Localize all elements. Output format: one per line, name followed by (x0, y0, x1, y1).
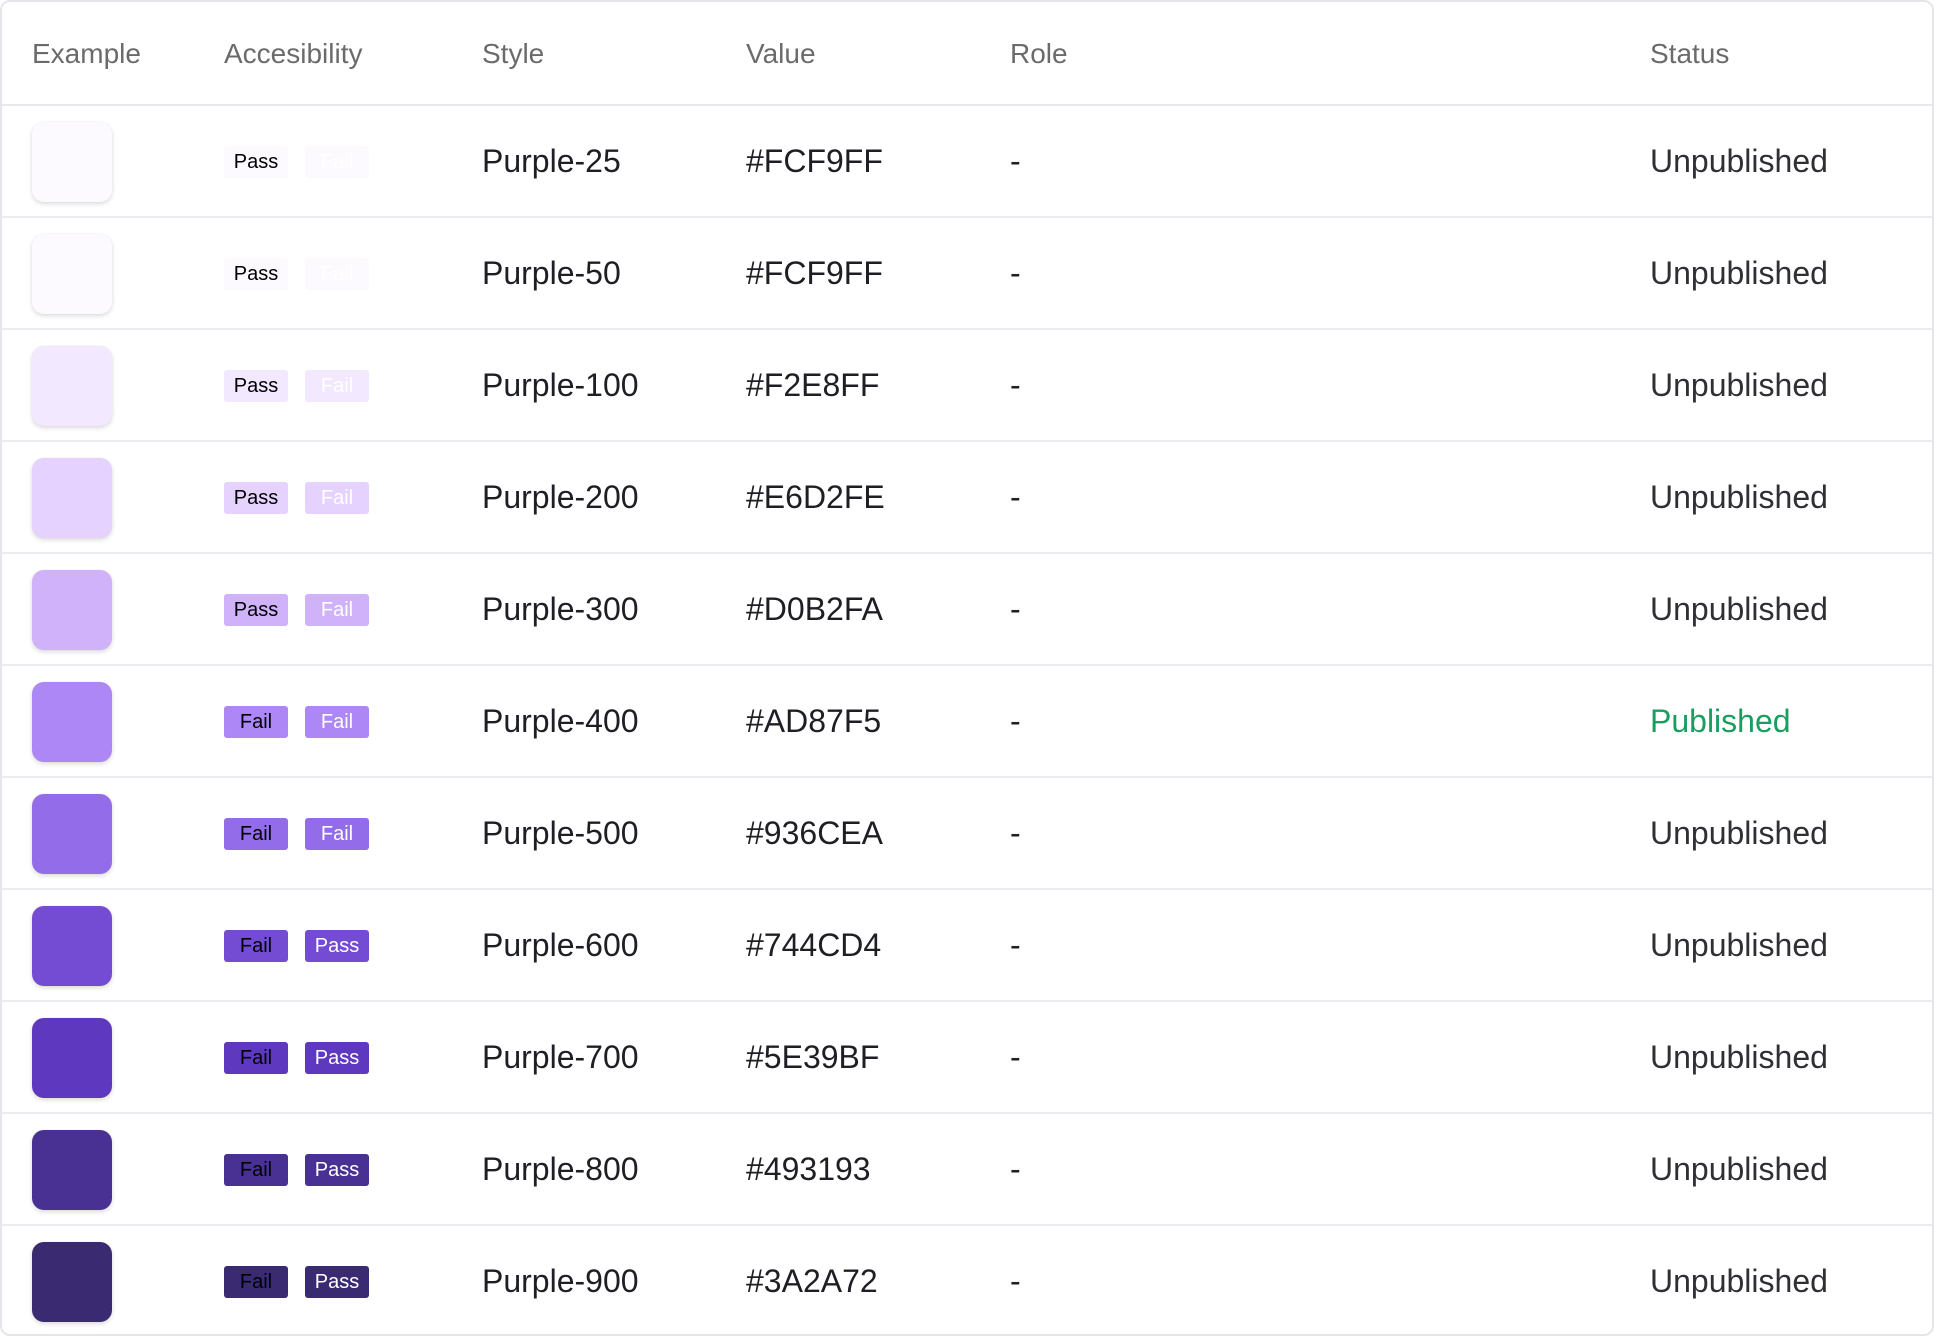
style-name: Purple-200 (482, 479, 639, 515)
role-value: - (1010, 1039, 1021, 1075)
style-name: Purple-700 (482, 1039, 639, 1075)
contrast-badge-light: Pass (305, 1042, 369, 1074)
color-swatch (32, 682, 112, 762)
contrast-badge-dark: Fail (224, 1042, 288, 1074)
color-swatch (32, 122, 112, 202)
color-swatch (32, 906, 112, 986)
hex-value: #AD87F5 (746, 703, 882, 739)
contrast-badge-light: Pass (305, 1266, 369, 1298)
status-text: Unpublished (1650, 591, 1828, 627)
contrast-badge-dark: Fail (224, 1154, 288, 1186)
hex-value: #FCF9FF (746, 143, 883, 179)
contrast-badge-light: Fail (305, 370, 369, 402)
table-row[interactable]: Fail Fail Purple-400 #AD87F5 - Published (2, 666, 1932, 778)
style-name: Purple-800 (482, 1151, 639, 1187)
contrast-badge-light: Fail (305, 594, 369, 626)
style-name: Purple-300 (482, 591, 639, 627)
hex-value: #D0B2FA (746, 591, 883, 627)
column-header-example[interactable]: Example (32, 2, 141, 106)
hex-value: #E6D2FE (746, 479, 885, 515)
contrast-badge-dark: Fail (224, 818, 288, 850)
status-text: Unpublished (1650, 255, 1828, 291)
style-name: Purple-25 (482, 143, 621, 179)
color-swatch (32, 346, 112, 426)
contrast-badge-light: Pass (305, 1154, 369, 1186)
contrast-badge-dark: Fail (224, 1266, 288, 1298)
role-value: - (1010, 927, 1021, 963)
role-value: - (1010, 1263, 1021, 1299)
hex-value: #3A2A72 (746, 1263, 878, 1299)
contrast-badge-dark: Pass (224, 482, 288, 514)
column-header-style[interactable]: Style (482, 2, 544, 106)
column-header-value[interactable]: Value (746, 2, 816, 106)
color-swatch (32, 1242, 112, 1322)
table-row[interactable]: Pass Fail Purple-50 #FCF9FF - Unpublishe… (2, 218, 1932, 330)
style-name: Purple-500 (482, 815, 639, 851)
status-text: Unpublished (1650, 479, 1828, 515)
status-text: Unpublished (1650, 927, 1828, 963)
status-text: Unpublished (1650, 1151, 1828, 1187)
column-header-role[interactable]: Role (1010, 2, 1068, 106)
role-value: - (1010, 367, 1021, 403)
role-value: - (1010, 591, 1021, 627)
color-swatch (32, 1018, 112, 1098)
status-text: Unpublished (1650, 143, 1828, 179)
table-row[interactable]: Fail Pass Purple-600 #744CD4 - Unpublish… (2, 890, 1932, 1002)
contrast-badge-dark: Fail (224, 930, 288, 962)
style-name: Purple-400 (482, 703, 639, 739)
status-text: Published (1650, 703, 1791, 739)
color-styles-table: Example Accesibility Style Value Role St… (0, 0, 1934, 1336)
role-value: - (1010, 1151, 1021, 1187)
table-row[interactable]: Fail Pass Purple-800 #493193 - Unpublish… (2, 1114, 1932, 1226)
contrast-badge-light: Fail (305, 818, 369, 850)
table-row[interactable]: Pass Fail Purple-25 #FCF9FF - Unpublishe… (2, 106, 1932, 218)
role-value: - (1010, 255, 1021, 291)
hex-value: #FCF9FF (746, 255, 883, 291)
contrast-badge-dark: Fail (224, 706, 288, 738)
color-swatch (32, 570, 112, 650)
hex-value: #F2E8FF (746, 367, 880, 403)
style-name: Purple-100 (482, 367, 639, 403)
table-row[interactable]: Fail Pass Purple-700 #5E39BF - Unpublish… (2, 1002, 1932, 1114)
style-name: Purple-900 (482, 1263, 639, 1299)
contrast-badge-light: Fail (305, 258, 369, 290)
table-row[interactable]: Pass Fail Purple-100 #F2E8FF - Unpublish… (2, 330, 1932, 442)
role-value: - (1010, 143, 1021, 179)
color-swatch (32, 794, 112, 874)
role-value: - (1010, 703, 1021, 739)
color-swatch (32, 1130, 112, 1210)
contrast-badge-dark: Pass (224, 370, 288, 402)
table-header: Example Accesibility Style Value Role St… (2, 2, 1932, 106)
role-value: - (1010, 479, 1021, 515)
contrast-badge-dark: Pass (224, 594, 288, 626)
status-text: Unpublished (1650, 1039, 1828, 1075)
hex-value: #936CEA (746, 815, 883, 851)
status-text: Unpublished (1650, 367, 1828, 403)
hex-value: #744CD4 (746, 927, 882, 963)
status-text: Unpublished (1650, 1263, 1828, 1299)
contrast-badge-light: Pass (305, 930, 369, 962)
table-row[interactable]: Pass Fail Purple-200 #E6D2FE - Unpublish… (2, 442, 1932, 554)
column-header-accessibility[interactable]: Accesibility (224, 2, 362, 106)
contrast-badge-dark: Pass (224, 258, 288, 290)
table-row[interactable]: Pass Fail Purple-300 #D0B2FA - Unpublish… (2, 554, 1932, 666)
color-swatch (32, 234, 112, 314)
style-name: Purple-600 (482, 927, 639, 963)
role-value: - (1010, 815, 1021, 851)
hex-value: #5E39BF (746, 1039, 880, 1075)
contrast-badge-light: Fail (305, 146, 369, 178)
hex-value: #493193 (746, 1151, 871, 1187)
contrast-badge-dark: Pass (224, 146, 288, 178)
contrast-badge-light: Fail (305, 706, 369, 738)
column-header-status[interactable]: Status (1650, 2, 1729, 106)
table-row[interactable]: Fail Fail Purple-500 #936CEA - Unpublish… (2, 778, 1932, 890)
style-name: Purple-50 (482, 255, 621, 291)
color-swatch (32, 458, 112, 538)
table-body: Pass Fail Purple-25 #FCF9FF - Unpublishe… (2, 106, 1932, 1334)
contrast-badge-light: Fail (305, 482, 369, 514)
table-row[interactable]: Fail Pass Purple-900 #3A2A72 - Unpublish… (2, 1226, 1932, 1334)
status-text: Unpublished (1650, 815, 1828, 851)
